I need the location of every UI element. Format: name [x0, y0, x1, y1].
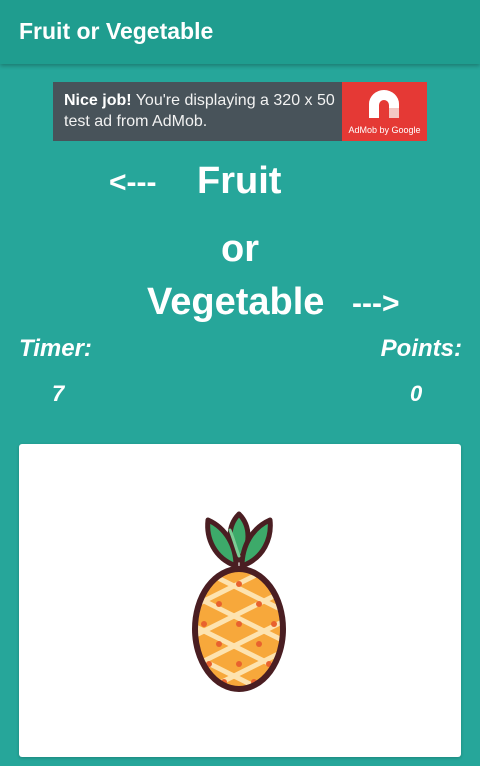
fruit-label: Fruit — [197, 160, 282, 202]
pineapple-icon — [192, 511, 286, 692]
vegetable-label: Vegetable — [147, 281, 325, 323]
vegetable-arrow: ---> — [352, 287, 400, 320]
app-bar: Fruit or Vegetable — [0, 0, 480, 64]
points-label: Points: — [380, 335, 462, 362]
timer-value: 7 — [52, 381, 65, 406]
admob-logo-box[interactable]: AdMob by Google — [342, 82, 427, 141]
ad-text[interactable]: Nice job! You're displaying a 320 x 50 t… — [64, 90, 344, 132]
or-label: or — [221, 228, 259, 270]
admob-logo-icon — [369, 90, 399, 118]
fruit-arrow: <--- — [109, 166, 157, 199]
item-card[interactable] — [19, 444, 461, 757]
ad-headline: Nice job! — [64, 92, 132, 109]
ad-banner[interactable]: Nice job! You're displaying a 320 x 50 t… — [53, 82, 427, 141]
admob-caption: AdMob by Google — [348, 125, 421, 135]
app-title: Fruit or Vegetable — [19, 18, 214, 44]
points-value: 0 — [410, 381, 423, 406]
timer-label: Timer: — [19, 335, 92, 362]
